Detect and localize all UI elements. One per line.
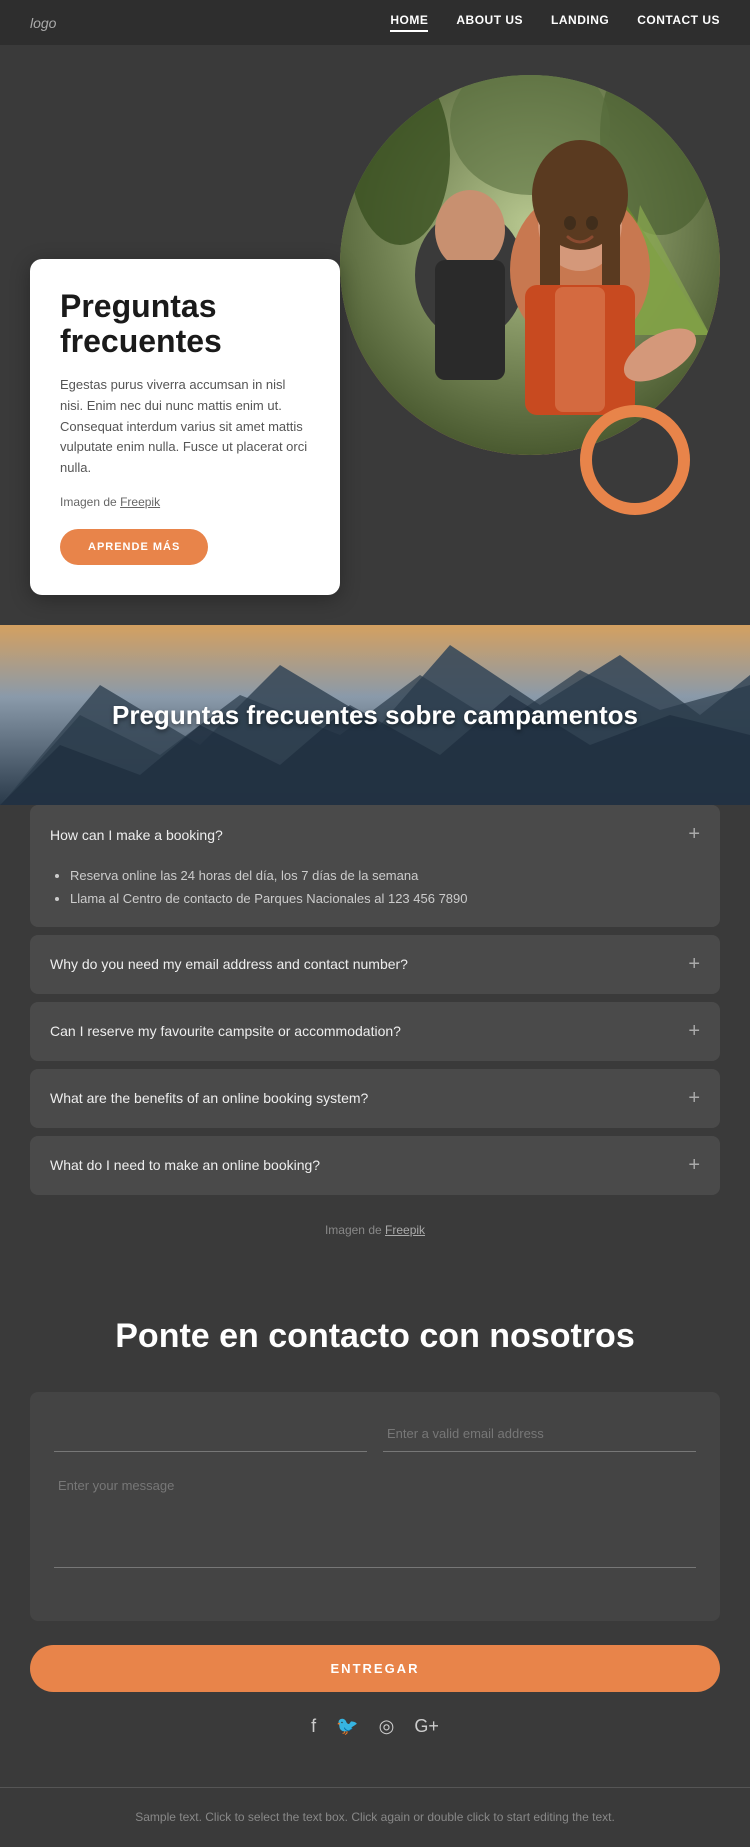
faq-answer-1: Reserva online las 24 horas del día, los…	[30, 864, 720, 927]
faq-toggle-2[interactable]: +	[688, 953, 700, 976]
hero-card-text: Egestas purus viverra accumsan in nisl n…	[60, 375, 310, 479]
nav-link-home[interactable]: HOME	[390, 13, 428, 32]
faq-item-3: Can I reserve my favourite campsite or a…	[30, 1002, 720, 1061]
nav-links: HOME ABOUT US LANDING CONTACT US	[390, 13, 720, 32]
faq-attribution: Imagen de Freepik	[30, 1203, 720, 1257]
faq-item-4: What are the benefits of an online booki…	[30, 1069, 720, 1128]
hero-card-title: Preguntas frecuentes	[60, 289, 310, 359]
nav-link-about[interactable]: ABOUT US	[456, 13, 523, 32]
faq-toggle-3[interactable]: +	[688, 1020, 700, 1043]
social-icons: f 🐦 ◎ G+	[30, 1716, 720, 1737]
hero-photo	[340, 75, 720, 455]
form-row-name-email	[54, 1416, 696, 1452]
footer-text: Sample text. Click to select the text bo…	[30, 1808, 720, 1827]
faq-question-3[interactable]: Can I reserve my favourite campsite or a…	[30, 1002, 720, 1061]
faq-item-1: How can I make a booking? + Reserva onli…	[30, 805, 720, 927]
faq-freepik-link[interactable]: Freepik	[385, 1223, 425, 1237]
faq-toggle-1[interactable]: +	[688, 823, 700, 846]
contact-form	[30, 1392, 720, 1621]
footer: Sample text. Click to select the text bo…	[0, 1787, 750, 1847]
faq-item-2: Why do you need my email address and con…	[30, 935, 720, 994]
facebook-icon[interactable]: f	[311, 1716, 316, 1737]
nav-link-landing[interactable]: LANDING	[551, 13, 609, 32]
message-textarea[interactable]	[54, 1468, 696, 1568]
contact-title: Ponte en contacto con nosotros	[30, 1317, 720, 1356]
name-input[interactable]	[54, 1416, 367, 1452]
faq-toggle-4[interactable]: +	[688, 1087, 700, 1110]
faq-question-text-3: Can I reserve my favourite campsite or a…	[50, 1023, 401, 1039]
submit-button[interactable]: ENTREGAR	[30, 1645, 720, 1692]
faq-question-4[interactable]: What are the benefits of an online booki…	[30, 1069, 720, 1128]
hero-section: Preguntas frecuentes Egestas purus viver…	[0, 45, 750, 625]
nav-link-contact[interactable]: CONTACT US	[637, 13, 720, 32]
twitter-icon[interactable]: 🐦	[336, 1716, 358, 1737]
instagram-icon[interactable]: ◎	[379, 1716, 395, 1737]
hero-card: Preguntas frecuentes Egestas purus viver…	[30, 259, 340, 595]
navbar: logo HOME ABOUT US LANDING CONTACT US	[0, 0, 750, 45]
contact-section: Ponte en contacto con nosotros ENTREGAR …	[0, 1277, 750, 1787]
faq-mountain-title: Preguntas frecuentes sobre campamentos	[92, 700, 658, 731]
email-input[interactable]	[383, 1416, 696, 1452]
faq-mountain-banner: Preguntas frecuentes sobre campamentos	[0, 625, 750, 805]
learn-more-button[interactable]: APRENDE MÁS	[60, 529, 208, 565]
faq-answer-item: Reserva online las 24 horas del día, los…	[70, 864, 700, 887]
faq-question-1[interactable]: How can I make a booking? +	[30, 805, 720, 864]
faq-section: How can I make a booking? + Reserva onli…	[0, 805, 750, 1277]
faq-item-5: What do I need to make an online booking…	[30, 1136, 720, 1195]
faq-question-text-1: How can I make a booking?	[50, 827, 223, 843]
faq-question-5[interactable]: What do I need to make an online booking…	[30, 1136, 720, 1195]
orange-circle-decoration	[580, 405, 690, 515]
faq-toggle-5[interactable]: +	[688, 1154, 700, 1177]
faq-question-text-5: What do I need to make an online booking…	[50, 1157, 320, 1173]
faq-question-text-4: What are the benefits of an online booki…	[50, 1090, 368, 1106]
freepik-link[interactable]: Freepik	[120, 495, 160, 509]
hero-card-attribution: Imagen de Freepik	[60, 495, 310, 509]
faq-question-2[interactable]: Why do you need my email address and con…	[30, 935, 720, 994]
faq-answer-item: Llama al Centro de contacto de Parques N…	[70, 887, 700, 910]
faq-question-text-2: Why do you need my email address and con…	[50, 956, 408, 972]
googleplus-icon[interactable]: G+	[414, 1716, 439, 1737]
nav-logo: logo	[30, 15, 56, 31]
